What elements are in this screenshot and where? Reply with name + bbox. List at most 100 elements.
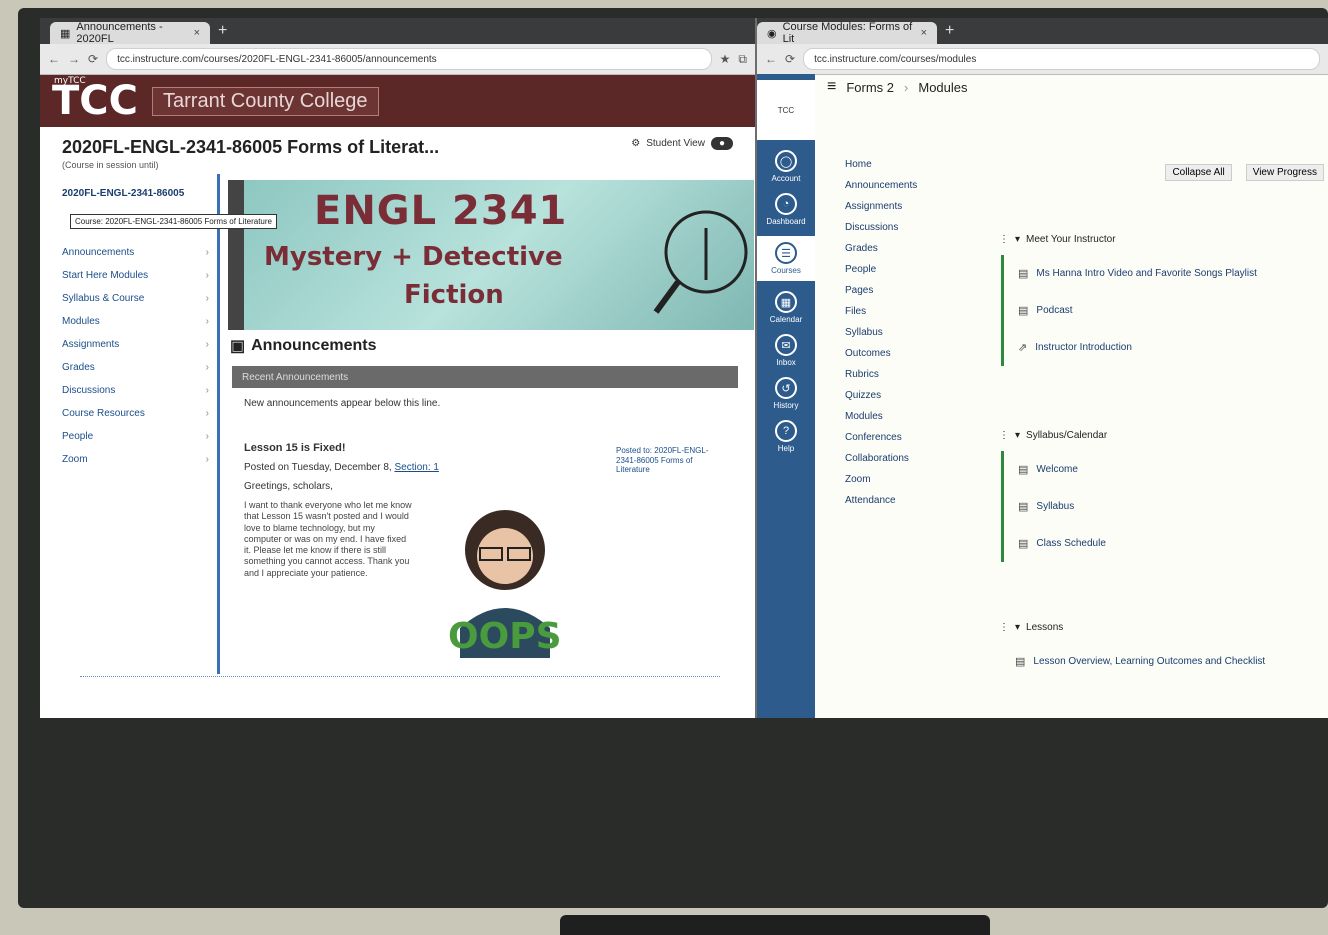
nav-item[interactable]: Zoom › [62,448,217,471]
module-header[interactable]: ⋮ ▾ Lessons [999,622,1328,633]
course-nav-item[interactable]: Pages [845,280,965,301]
tcc-rail-logo[interactable]: TCC [757,80,815,140]
course-nav-item[interactable]: Collaborations [845,448,965,469]
course-banner: ENGL 2341 Mystery + Detective Fiction [228,180,754,330]
nav-item[interactable]: Start Here Modules › [62,264,217,287]
reload-icon[interactable]: ⟳ [785,52,795,66]
megaphone-icon: ▣ [230,338,246,355]
drag-handle-icon[interactable]: ⋮ [999,430,1009,441]
course-nav-item[interactable]: Grades [845,238,965,259]
left-content: 2020FL-ENGL-2341-86005 Course: 2020FL-EN… [40,174,755,694]
student-view-label[interactable]: Student View [646,138,705,149]
drag-handle-icon[interactable]: ⋮ [999,622,1009,633]
collapse-all-button[interactable]: Collapse All [1165,164,1232,181]
extensions-icon[interactable]: ⧉ [738,52,747,67]
course-nav-item[interactable]: Outcomes [845,343,965,364]
course-nav-item[interactable]: Conferences [845,427,965,448]
nav-item[interactable]: People › [62,425,217,448]
module-item-label: Ms Hanna Intro Video and Favorite Songs … [1036,268,1257,279]
back-icon[interactable]: ← [48,52,60,66]
forward-icon[interactable]: → [68,52,80,66]
course-nav-item[interactable]: Announcements [845,175,965,196]
nav-item-label: Modules [62,316,100,327]
new-tab-icon[interactable]: + [218,22,227,40]
reload-icon[interactable]: ⟳ [88,52,98,66]
post-section-link[interactable]: Section: 1 [394,462,438,473]
help-icon: ? [775,420,797,442]
right-tab-modules[interactable]: ◉ Course Modules: Forms of Lit × [757,21,937,45]
back-icon[interactable]: ← [765,52,777,66]
page-icon: ▤ [1018,501,1029,513]
module-item[interactable]: ▤ Podcast [1004,292,1328,329]
new-tab-icon[interactable]: + [945,22,954,40]
course-nav-item[interactable]: Rubrics [845,364,965,385]
course-nav-list: Announcements › Start Here Modules › Sylla… [62,241,217,471]
rail-history[interactable]: ↺ History [773,377,799,410]
course-nav-item[interactable]: Discussions [845,217,965,238]
right-url-field[interactable]: tcc.instructure.com/courses/modules [803,48,1320,70]
left-url-field[interactable]: tcc.instructure.com/courses/2020FL-ENGL-… [106,48,712,70]
module-header[interactable]: ⋮ ▾ Syllabus/Calendar [999,430,1328,441]
left-browser-window: ▦ Announcements - 2020FL × + ← → ⟳ tcc.i… [40,18,757,718]
course-nav-item[interactable]: Syllabus [845,322,965,343]
close-tab-icon[interactable]: × [921,27,927,39]
hamburger-icon[interactable]: ≡ [827,78,836,96]
drag-handle-icon[interactable]: ⋮ [999,234,1009,245]
toggle-pill[interactable]: ● [710,137,733,150]
mytcc-label: myTCC [54,76,86,86]
post-title[interactable]: Lesson 15 is Fixed! [244,442,504,454]
post-meta: Posted on Tuesday, December 8, Section: … [244,462,504,473]
rail-help[interactable]: ? Help [775,420,797,453]
rail-calendar[interactable]: ▦ Calendar [770,291,802,324]
rail-dashboard[interactable]: ◔ Dashboard [766,193,806,226]
module-item[interactable]: ▤ Ms Hanna Intro Video and Favorite Songs… [1004,255,1328,292]
breadcrumb-course[interactable]: Forms 2 [846,80,894,95]
course-nav-item[interactable]: Home [845,154,965,175]
account-icon: ◯ [775,150,797,172]
star-icon[interactable]: ★ [720,52,731,66]
course-nav-item[interactable]: Zoom [845,469,965,490]
nav-item[interactable]: Announcements › [62,241,217,264]
nav-item[interactable]: Course Resources › [62,402,217,425]
rail-inbox[interactable]: ✉ Inbox [775,334,797,367]
screen: ▦ Announcements - 2020FL × + ← → ⟳ tcc.i… [40,18,1328,718]
page-icon: ▤ [1018,464,1029,476]
caret-down-icon: ▾ [1015,234,1021,245]
module-item[interactable]: ▤ Lesson Overview, Learning Outcomes and … [1001,643,1328,680]
nav-item[interactable]: Assignments › [62,333,217,356]
course-nav-item[interactable]: Quizzes [845,385,965,406]
module-lessons: ⋮ ▾ Lessons ▤ Lesson Overview, Learning O… [999,622,1328,680]
rail-account[interactable]: ◯ Account [772,150,800,183]
tcc-logo[interactable]: myTCC TCC [52,77,138,122]
rail-label: Courses [771,266,801,275]
dashboard-icon: ◔ [774,193,797,215]
calendar-icon: ▦ [775,291,797,313]
nav-item[interactable]: Syllabus & Course › [62,287,217,310]
caret-down-icon: ▾ [1015,622,1021,633]
course-nav-item[interactable]: Assignments [845,196,965,217]
settings-icon[interactable]: ⚙ [631,138,640,149]
module-item[interactable]: ▤ Class Schedule [1004,525,1328,562]
module-item[interactable]: ⇗ Instructor Introduction [1004,329,1328,366]
module-header[interactable]: ⋮ ▾ Meet Your Instructor [999,234,1328,245]
announcements-heading-text: Announcements [251,337,377,354]
module-item[interactable]: ▤ Syllabus [1004,488,1328,525]
view-progress-button[interactable]: View Progress [1245,164,1324,181]
course-nav-item[interactable]: People [845,259,965,280]
rail-courses[interactable]: ☰ Courses [757,236,815,281]
nav-item[interactable]: Discussions › [62,379,217,402]
close-tab-icon[interactable]: × [194,27,200,39]
nav-item[interactable]: Modules › [62,310,217,333]
modules-breadcrumb: ≡ Forms 2 › Modules [827,78,968,96]
course-nav-item[interactable]: Modules [845,406,965,427]
course-nav-item[interactable]: Files [845,301,965,322]
module-item[interactable]: ▤ Welcome [1004,451,1328,488]
header-tools: ⚙ Student View ● [631,137,733,150]
chevron-right-icon: › [205,431,209,442]
nav-item[interactable]: Grades › [62,356,217,379]
rail-label: History [773,401,799,410]
course-nav-item[interactable]: Attendance [845,490,965,511]
chevron-right-icon: › [205,408,209,419]
left-tab-announcements[interactable]: ▦ Announcements - 2020FL × [50,21,210,45]
course-nav-crumb[interactable]: 2020FL-ENGL-2341-86005 [62,188,217,199]
